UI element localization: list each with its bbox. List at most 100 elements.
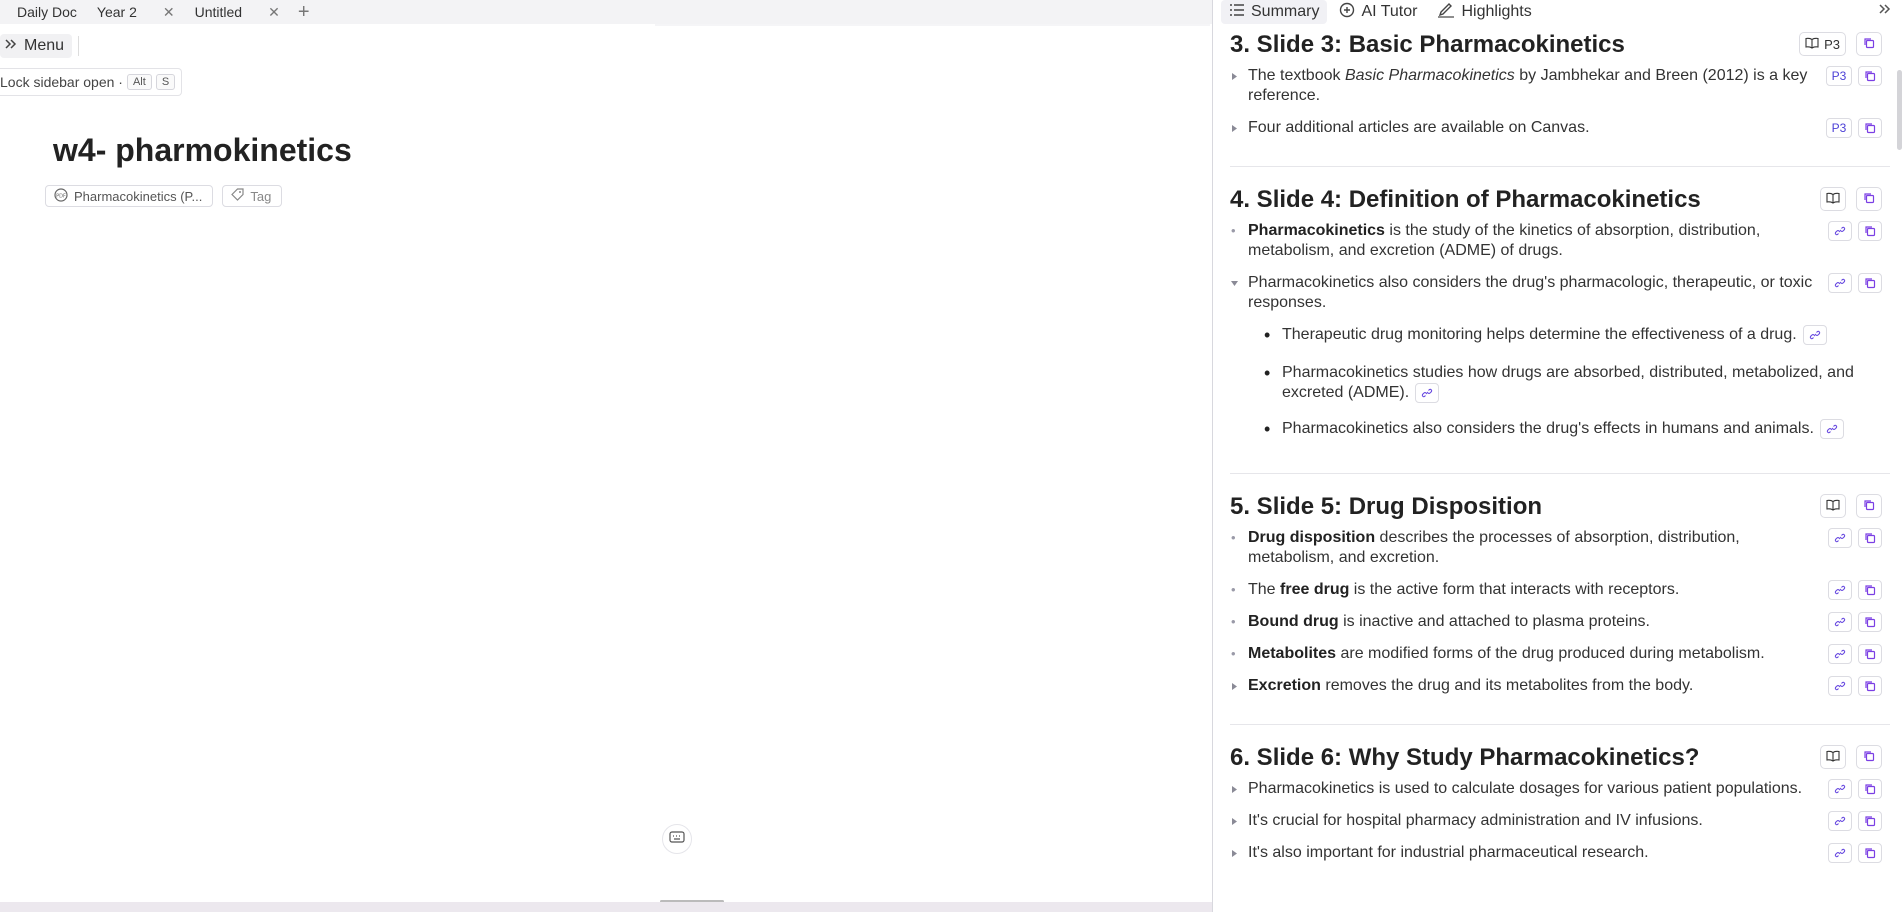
divider <box>78 36 80 56</box>
item-text: The textbook Basic Pharmacokinetics by J… <box>1248 67 1808 104</box>
summary-list: Pharmacokinetics is the study of the kin… <box>1230 221 1890 441</box>
menu-button[interactable]: Menu <box>0 34 73 58</box>
tab-untitled[interactable]: Untitled ✕ <box>185 0 290 24</box>
list-item: The free drug is the active form that in… <box>1230 580 1890 601</box>
list-item: Drug disposition describes the processes… <box>1230 528 1890 568</box>
comment-toggle-button[interactable] <box>662 824 692 854</box>
tag-icon <box>231 188 244 204</box>
copy-icon[interactable] <box>1858 66 1882 86</box>
section-title: 4. Slide 4: Definition of Pharmacokineti… <box>1230 186 1701 213</box>
tab-summary[interactable]: Summary <box>1221 0 1328 24</box>
list-item: Excretion removes the drug and its metab… <box>1230 676 1890 697</box>
link-icon[interactable] <box>1828 528 1852 549</box>
link-icon[interactable] <box>1828 221 1852 241</box>
copy-icon <box>1863 750 1875 765</box>
collapse-panel-icon[interactable] <box>1878 2 1892 21</box>
tab-daily-doc[interactable]: Daily Doc <box>0 0 87 24</box>
caret-right-icon[interactable] <box>1230 66 1248 86</box>
open-source-button[interactable] <box>1820 745 1846 770</box>
item-actions <box>1828 779 1882 800</box>
copy-icon[interactable] <box>1858 580 1882 601</box>
link-icon[interactable] <box>1828 612 1852 633</box>
item-actions <box>1828 644 1882 665</box>
tab-ai-tutor[interactable]: AI Tutor <box>1331 0 1425 24</box>
menu-label: Menu <box>24 37 65 54</box>
link-icon[interactable] <box>1828 580 1852 601</box>
document-pane: Menu Lock sidebar open · Alt S w4- pharm… <box>0 24 1212 912</box>
kbd-key: S <box>155 74 176 90</box>
page-badge[interactable]: P3 <box>1826 118 1852 138</box>
sub-list: Therapeutic drug monitoring helps determ… <box>1230 325 1890 441</box>
pdf-chip[interactable]: PDF Pharmacokinetics (P... <box>45 185 214 207</box>
copy-icon <box>1863 37 1875 52</box>
caret-right-icon[interactable] <box>1230 843 1248 863</box>
link-icon[interactable] <box>1802 325 1827 345</box>
bullet-icon <box>1230 612 1248 632</box>
vertical-scrollbar[interactable] <box>1897 70 1902 150</box>
close-icon[interactable]: ✕ <box>268 4 280 21</box>
new-tab-plus-icon[interactable]: + <box>290 2 318 22</box>
summary-sections: 3. Slide 3: Basic Pharmacokinetics P3 The … <box>1230 30 1890 909</box>
toolbar-ghost <box>655 24 1210 26</box>
tab-year-2[interactable]: Year 2 ✕ <box>87 0 185 24</box>
summary-panel: Summary AI Tutor Highlights 3. Slide 3: … <box>1213 0 1904 912</box>
section-title: 5. Slide 5: Drug Disposition <box>1230 493 1543 521</box>
item-text: Pharmacokinetics also considers the drug… <box>1248 274 1813 311</box>
list-item: Four additional articles are available o… <box>1230 118 1890 138</box>
copy-section-button[interactable] <box>1856 187 1882 211</box>
item-text: It's also important for industrial pharm… <box>1248 844 1649 862</box>
page-badge[interactable]: P3 <box>1826 66 1852 86</box>
link-icon[interactable] <box>1415 383 1440 403</box>
open-source-button[interactable] <box>1820 494 1846 519</box>
pdf-chip-label: Pharmacokinetics (P... <box>74 188 203 204</box>
copy-icon[interactable] <box>1858 779 1882 800</box>
caret-right-icon[interactable] <box>1230 118 1248 138</box>
caret-right-icon[interactable] <box>1230 779 1248 799</box>
page-title[interactable]: w4- pharmokinetics <box>53 132 352 169</box>
link-icon[interactable] <box>1828 843 1852 864</box>
item-text: Excretion removes the drug and its metab… <box>1248 677 1694 695</box>
kbd-key: Alt <box>126 74 152 90</box>
plus-circle-icon <box>1339 2 1355 23</box>
item-actions <box>1828 528 1882 549</box>
pdf-icon: PDF <box>54 187 68 205</box>
link-icon[interactable] <box>1828 644 1852 665</box>
tab-label: Summary <box>1251 3 1320 20</box>
copy-section-button[interactable] <box>1856 745 1882 770</box>
link-icon[interactable] <box>1819 419 1844 440</box>
lock-sidebar-tooltip: Lock sidebar open · Alt S <box>0 68 183 96</box>
open-source-button[interactable]: P3 <box>1799 32 1846 56</box>
caret-right-icon[interactable] <box>1230 811 1248 831</box>
copy-icon[interactable] <box>1858 676 1882 697</box>
copy-icon[interactable] <box>1858 118 1882 138</box>
caret-right-icon[interactable] <box>1230 676 1248 696</box>
link-icon[interactable] <box>1828 779 1852 800</box>
document-chips: PDF Pharmacokinetics (P... Tag <box>45 185 283 207</box>
book-icon <box>1805 37 1819 52</box>
link-icon[interactable] <box>1828 676 1852 697</box>
open-source-button[interactable] <box>1820 187 1846 211</box>
add-tag-chip[interactable]: Tag <box>222 185 283 207</box>
item-text: Drug disposition describes the processes… <box>1248 529 1740 567</box>
copy-section-button[interactable] <box>1856 494 1882 519</box>
close-icon[interactable]: ✕ <box>163 4 175 21</box>
tab-label: Highlights <box>1461 3 1532 20</box>
item-text: Pharmacokinetics studies how drugs are a… <box>1282 364 1854 403</box>
summary-list: Pharmacokinetics is used to calculate do… <box>1230 779 1890 864</box>
copy-icon[interactable] <box>1858 811 1882 832</box>
tab-highlights[interactable]: Highlights <box>1429 0 1539 24</box>
link-icon[interactable] <box>1828 811 1852 832</box>
summary-section: 6. Slide 6: Why Study Pharmacokinetics? P… <box>1230 743 1890 891</box>
caret-down-icon[interactable] <box>1230 273 1248 293</box>
list-item: The textbook Basic Pharmacokinetics by J… <box>1230 66 1890 106</box>
item-text: Pharmacokinetics also considers the drug… <box>1282 419 1844 441</box>
copy-icon[interactable] <box>1858 843 1882 864</box>
copy-icon[interactable] <box>1858 644 1882 665</box>
copy-icon[interactable] <box>1858 273 1882 293</box>
copy-icon[interactable] <box>1858 528 1882 549</box>
copy-section-button[interactable] <box>1856 32 1882 56</box>
copy-icon[interactable] <box>1858 221 1882 241</box>
copy-icon[interactable] <box>1858 612 1882 633</box>
link-icon[interactable] <box>1828 273 1852 293</box>
menu-row: Menu <box>0 32 80 60</box>
